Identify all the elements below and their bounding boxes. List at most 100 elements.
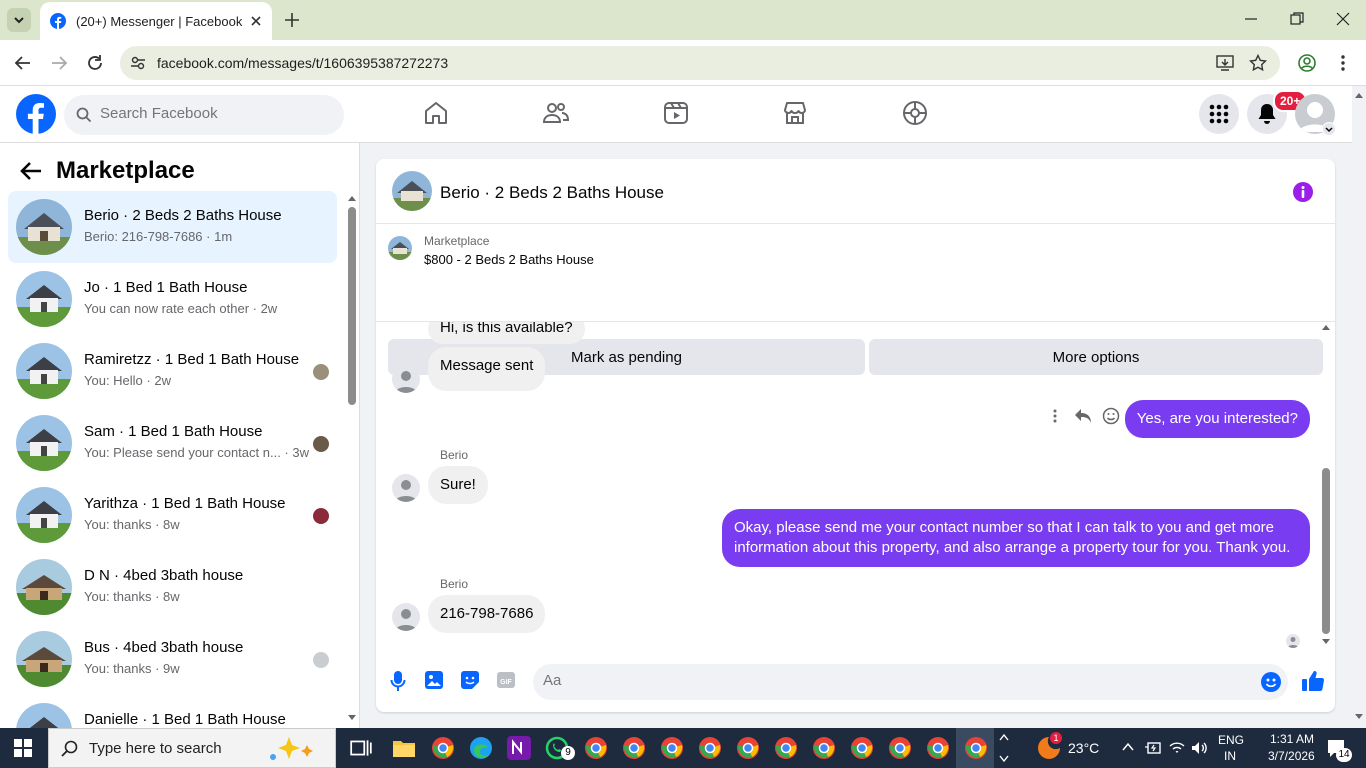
friends-icon[interactable] — [543, 100, 569, 126]
gif-icon[interactable]: GIF — [496, 670, 516, 690]
chrome-active-icon[interactable] — [964, 736, 988, 760]
browser-tab[interactable]: (20+) Messenger | Facebook — [40, 2, 272, 40]
listing-thumbnail — [16, 631, 72, 687]
page-title: Marketplace — [56, 157, 195, 184]
more-menu-icon[interactable] — [1336, 54, 1350, 72]
chrome-profile-icon[interactable] — [431, 736, 455, 760]
forward-icon[interactable] — [50, 54, 68, 72]
photo-icon[interactable] — [424, 670, 444, 690]
chrome-icon[interactable] — [812, 736, 836, 760]
message-more-icon[interactable] — [1051, 408, 1059, 424]
close-window-icon[interactable] — [1336, 12, 1350, 26]
marketplace-listing-bar: Marketplace $800 - 2 Beds 2 Baths House … — [376, 224, 1335, 375]
chrome-icon[interactable] — [698, 736, 722, 760]
clock-date[interactable]: 3/7/2026 — [1268, 749, 1315, 763]
tab-title: (20+) Messenger | Facebook — [76, 13, 243, 29]
conversation-item[interactable]: Bus · 4bed 3bath house You: thanks · 9w — [8, 623, 337, 695]
scroll-down-icon[interactable] — [348, 715, 356, 721]
scroll-up-icon[interactable] — [1355, 92, 1363, 98]
close-tab-icon[interactable] — [250, 15, 262, 27]
new-tab-icon[interactable] — [282, 10, 302, 30]
gaming-icon[interactable] — [902, 100, 928, 126]
conversation-item[interactable]: Berio · 2 Beds 2 Baths House Berio: 216-… — [8, 191, 337, 263]
home-icon[interactable] — [423, 100, 449, 126]
info-icon[interactable] — [1292, 181, 1314, 203]
video-icon[interactable] — [663, 100, 689, 126]
conversation-name: Berio · 2 Beds 2 Baths House — [84, 207, 282, 224]
sticker-icon[interactable] — [460, 670, 480, 690]
onenote-icon[interactable] — [507, 736, 531, 760]
chrome-icon[interactable] — [660, 736, 684, 760]
bookmark-star-icon[interactable] — [1249, 54, 1267, 72]
search-input[interactable] — [100, 105, 330, 122]
chrome-icon[interactable] — [850, 736, 874, 760]
conversation-item[interactable]: Danielle · 1 Bed 1 Bath House — [8, 695, 337, 728]
taskbar-scroll-icon[interactable] — [999, 732, 1009, 764]
scroll-down-icon[interactable] — [1322, 639, 1330, 645]
conversation-item[interactable]: D N · 4bed 3bath house You: thanks · 8w — [8, 551, 337, 623]
wifi-icon[interactable] — [1168, 740, 1186, 756]
listing-thumbnail — [16, 199, 72, 255]
message-input-field[interactable] — [533, 664, 1288, 700]
windows-start-icon[interactable] — [14, 739, 32, 757]
conversation-list-scrollbar[interactable] — [346, 193, 358, 728]
scroll-up-icon[interactable] — [1322, 324, 1330, 330]
scroll-up-icon[interactable] — [348, 195, 356, 201]
account-chevron-icon[interactable] — [1322, 122, 1336, 136]
restore-icon[interactable] — [1290, 12, 1304, 26]
volume-icon[interactable] — [1190, 740, 1208, 756]
chrome-icon[interactable] — [774, 736, 798, 760]
tab-search-dropdown[interactable] — [7, 8, 31, 32]
system-tray: 1 23°C ENG IN 1:31 AM 3/7/2026 14 — [1016, 728, 1366, 768]
file-explorer-icon[interactable] — [392, 736, 416, 760]
back-arrow-icon[interactable] — [20, 161, 42, 181]
message-input[interactable] — [543, 672, 1243, 689]
conversation-item[interactable]: Yarithza · 1 Bed 1 Bath House You: thank… — [8, 479, 337, 551]
scroll-thumb[interactable] — [1322, 468, 1330, 634]
conversation-preview: You: Hello · 2w — [84, 373, 171, 388]
weather-temp[interactable]: 23°C — [1068, 740, 1099, 756]
chrome-icon[interactable] — [584, 736, 608, 760]
emoji-icon[interactable] — [1261, 672, 1281, 692]
react-emoji-icon[interactable] — [1102, 407, 1120, 425]
region-indicator[interactable]: IN — [1224, 749, 1236, 763]
marketplace-icon[interactable] — [782, 100, 808, 126]
battery-icon[interactable] — [1144, 740, 1162, 756]
listing-thumbnail — [16, 343, 72, 399]
facebook-search[interactable] — [64, 95, 344, 135]
microphone-icon[interactable] — [390, 670, 406, 692]
page-scrollbar[interactable] — [1352, 86, 1366, 728]
chat-title[interactable]: Berio · 2 Beds 2 Baths House — [440, 183, 664, 203]
listing-title[interactable]: $800 - 2 Beds 2 Baths House — [424, 252, 594, 267]
taskbar-search[interactable]: Type here to search — [48, 728, 336, 768]
menu-button[interactable] — [1199, 94, 1239, 134]
scroll-down-icon[interactable] — [1355, 714, 1363, 720]
message-bubble-incoming: Hi, is this available? — [428, 322, 585, 344]
clock-time[interactable]: 1:31 AM — [1270, 732, 1314, 746]
chat-avatar[interactable] — [392, 171, 432, 211]
address-bar[interactable]: facebook.com/messages/t/1606395387272273 — [120, 46, 1280, 80]
conversation-item[interactable]: Ramiretzz · 1 Bed 1 Bath House You: Hell… — [8, 335, 337, 407]
reply-icon[interactable] — [1074, 408, 1092, 424]
show-hidden-icons-icon[interactable] — [1122, 742, 1134, 752]
edge-icon[interactable] — [469, 736, 493, 760]
reload-icon[interactable] — [86, 54, 104, 72]
chrome-icon[interactable] — [926, 736, 950, 760]
site-settings-icon[interactable] — [130, 55, 146, 71]
install-app-icon[interactable] — [1216, 54, 1234, 72]
facebook-logo-icon[interactable] — [16, 94, 56, 134]
like-thumbs-up-icon[interactable] — [1301, 669, 1325, 693]
conversation-item[interactable]: Jo · 1 Bed 1 Bath House You can now rate… — [8, 263, 337, 335]
chrome-icon[interactable] — [736, 736, 760, 760]
profile-icon[interactable] — [1298, 54, 1316, 72]
listing-thumbnail — [16, 271, 72, 327]
chrome-icon[interactable] — [888, 736, 912, 760]
back-icon[interactable] — [14, 54, 32, 72]
minimize-icon[interactable] — [1244, 12, 1258, 26]
message-scrollbar[interactable] — [1320, 322, 1332, 657]
language-indicator[interactable]: ENG — [1218, 733, 1244, 747]
conversation-item[interactable]: Sam · 1 Bed 1 Bath House You: Please sen… — [8, 407, 337, 479]
scroll-thumb[interactable] — [348, 207, 356, 405]
task-view-icon[interactable] — [349, 736, 373, 760]
chrome-icon[interactable] — [622, 736, 646, 760]
